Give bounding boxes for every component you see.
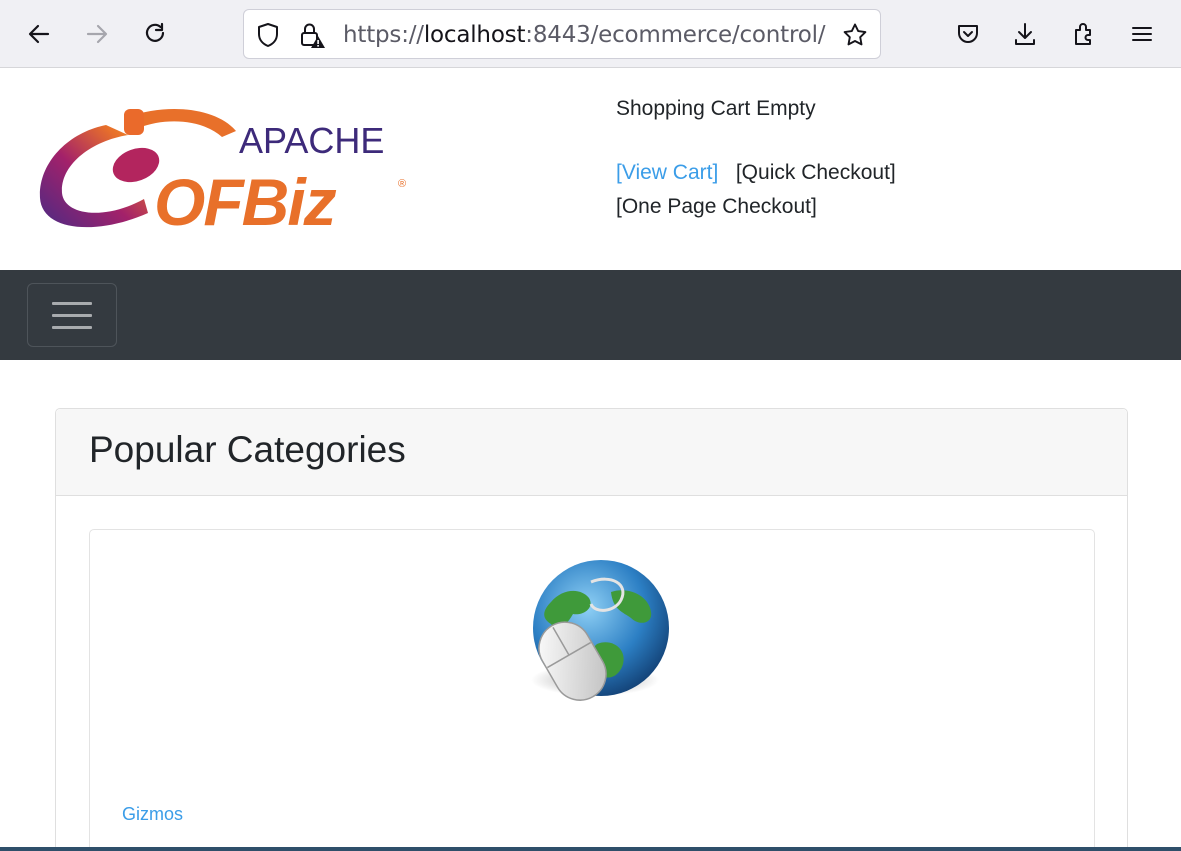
apache-ofbiz-logo[interactable]: APACHE OFBiz ® — [36, 103, 416, 239]
logo-ofbiz-text: OFBiz — [154, 165, 337, 238]
menu-button[interactable] — [1124, 16, 1160, 52]
downloads-button[interactable] — [1007, 16, 1043, 52]
url-prefix: https:// — [343, 22, 424, 48]
section-title: Popular Categories — [89, 429, 406, 470]
hamburger-line — [52, 325, 92, 329]
reload-icon — [145, 22, 165, 42]
card-header: Popular Categories — [56, 409, 1127, 496]
main-navbar — [0, 270, 1181, 360]
hamburger-menu-icon — [1132, 27, 1152, 41]
shield-icon[interactable] — [254, 21, 282, 49]
url-path: :8443/ecommerce/control/ — [525, 22, 826, 48]
logo-apache-text: APACHE — [239, 120, 384, 161]
cart-links: [View Cart] [Quick Checkout] [One Page C… — [616, 156, 976, 224]
site-header: APACHE OFBiz ® Shopping Cart Empty [View… — [0, 69, 1181, 270]
back-button[interactable] — [21, 16, 57, 52]
hamburger-line — [52, 301, 92, 305]
hamburger-line — [52, 313, 92, 317]
pocket-button[interactable] — [950, 16, 986, 52]
address-bar[interactable]: https://localhost:8443/ecommerce/control… — [243, 9, 881, 59]
forward-button[interactable] — [79, 16, 115, 52]
pocket-icon — [958, 25, 978, 43]
url-host: localhost — [423, 22, 526, 48]
back-arrow-icon — [28, 24, 50, 44]
bookmark-star-icon[interactable] — [841, 21, 869, 49]
browser-toolbar: https://localhost:8443/ecommerce/control… — [0, 0, 1181, 68]
globe-mouse-icon[interactable] — [511, 552, 671, 712]
puzzle-icon — [1075, 23, 1091, 45]
view-cart-link[interactable]: [View Cart] — [616, 161, 718, 184]
lock-warning-icon[interactable] — [298, 21, 326, 49]
extensions-button[interactable] — [1066, 16, 1102, 52]
download-icon — [1015, 23, 1035, 45]
url-text[interactable]: https://localhost:8443/ecommerce/control… — [343, 22, 831, 48]
cart-status: Shopping Cart Empty — [616, 97, 816, 120]
navbar-toggle-button[interactable] — [27, 283, 117, 347]
window-bottom-edge — [0, 847, 1181, 851]
popular-categories-card: Popular Categories Gizmos — [55, 408, 1128, 851]
category-card: Gizmos — [89, 529, 1095, 851]
one-page-checkout-link[interactable]: [One Page Checkout] — [616, 195, 817, 218]
registered-mark: ® — [398, 178, 406, 190]
forward-arrow-icon — [86, 24, 108, 44]
category-link-gizmos[interactable]: Gizmos — [122, 804, 183, 825]
quick-checkout-link[interactable]: [Quick Checkout] — [736, 161, 896, 184]
reload-button[interactable] — [137, 16, 173, 52]
